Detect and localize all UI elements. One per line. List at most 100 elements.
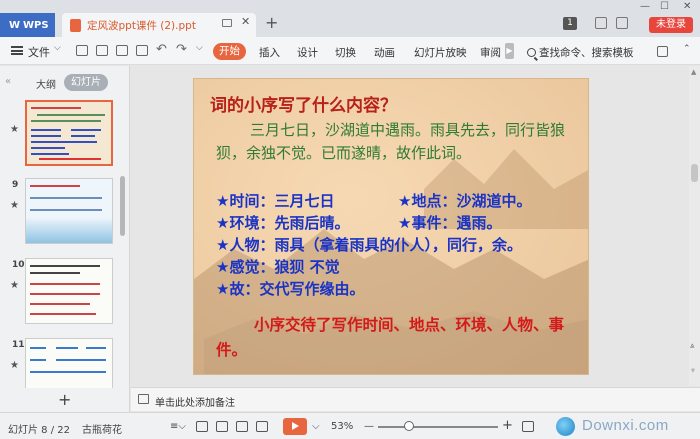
redo-icon[interactable]: ↷ — [176, 42, 187, 57]
thumb-text-line — [30, 283, 100, 285]
more-options-icon[interactable]: ⌃ — [683, 44, 691, 54]
slide-scrollbar[interactable]: ▲ ⩓ ⩔ — [689, 66, 700, 386]
tab-outline[interactable]: 大纲 — [36, 76, 56, 91]
slide-thumbnail-9[interactable] — [25, 178, 113, 244]
slide-conclusion: 小序交待了写作时间、地点、环境、人物、事件。 — [216, 316, 565, 359]
wps-tab-label: WPS — [23, 19, 49, 31]
tab-animation[interactable]: 动画 — [374, 45, 395, 60]
thumb-diagram-line — [86, 347, 106, 349]
more-tabs-icon[interactable]: ▶ — [505, 43, 514, 59]
badge-icon[interactable]: 1 — [563, 17, 577, 30]
close-window-icon[interactable]: ✕ — [683, 1, 691, 12]
chevron-down-icon[interactable]: ⌵ — [54, 43, 61, 53]
zoom-level[interactable]: 53% — [331, 421, 353, 432]
close-tab-icon[interactable]: ✕ — [241, 15, 250, 28]
thumb-text-line — [30, 313, 96, 315]
minimize-icon[interactable]: — — [640, 1, 650, 12]
maximize-icon[interactable]: ☐ — [660, 1, 669, 12]
skin-icon[interactable] — [595, 17, 607, 29]
thumb-bullet-line — [31, 147, 65, 149]
add-slide-icon[interactable]: + — [58, 390, 71, 409]
animation-star-icon: ★ — [10, 124, 19, 135]
zoom-slider[interactable] — [378, 426, 498, 428]
collapse-panel-icon[interactable]: « — [5, 76, 11, 87]
slide-sorter-icon[interactable] — [216, 421, 228, 432]
search-icon — [527, 48, 536, 57]
notes-toggle-icon[interactable]: ≡⌵ — [170, 421, 186, 432]
theme-name[interactable]: 古瓶荷花 — [82, 421, 122, 436]
export-pdf-icon[interactable] — [96, 45, 108, 56]
bullet-feeling: ★感觉：狼狈 不觉 — [216, 258, 340, 276]
slide-thumbnail-11[interactable] — [25, 338, 113, 388]
menu-bar: 文件 ⌵ ↶ ↷ ⌵ 开始 插入 设计 切换 动画 幻灯片放映 审阅 ▶ 查找命… — [0, 37, 700, 65]
next-slide-icon[interactable]: ⩔ — [691, 366, 695, 375]
thumb-title-line — [31, 107, 81, 109]
thumb-diagram-line — [30, 371, 106, 373]
new-tab-icon[interactable]: + — [265, 13, 278, 32]
zoom-slider-handle[interactable] — [404, 421, 414, 431]
slide-thumbnail-8[interactable] — [25, 100, 113, 166]
document-tab-title: 定风波ppt课件 (2).ppt — [87, 19, 196, 32]
prev-slide-icon[interactable]: ⩓ — [690, 341, 695, 351]
slide-preface-text: 三月七日，沙湖道中遇雨。雨具先去，同行皆狼狈，余独不觉。已而遂晴，故作此词。 — [216, 121, 566, 162]
slide-thumbnail-10[interactable] — [25, 258, 113, 324]
command-search-label: 查找命令、搜索模板 — [539, 47, 634, 59]
thumbnail-number: 10 — [12, 260, 25, 270]
tab-transition[interactable]: 切换 — [335, 45, 356, 60]
slide-panel: « 大纲 幻灯片 ★ 9 ★ 10 ★ 11 ★ + — [0, 66, 130, 412]
zoom-out-icon[interactable]: — — [364, 421, 374, 432]
thumb-text-line — [30, 303, 90, 305]
thumbnail-list: ★ 9 ★ 10 ★ 11 ★ — [0, 98, 121, 388]
tab-slideshow[interactable]: 幻灯片放映 — [414, 45, 467, 60]
undo-icon[interactable]: ↶ — [156, 42, 167, 57]
thumbnail-scrollbar[interactable] — [120, 176, 125, 236]
bullet-environment: ★环境：先雨后晴。 — [216, 214, 350, 232]
tab-slides[interactable]: 幻灯片 — [64, 74, 108, 91]
command-search[interactable]: 查找命令、搜索模板 — [527, 45, 634, 60]
thumbnail-number: 11 — [12, 340, 25, 350]
print-preview-icon[interactable] — [136, 45, 148, 56]
thumb-bullet-line — [31, 153, 69, 155]
fit-window-icon[interactable] — [522, 421, 534, 432]
thumb-title-line — [30, 185, 80, 187]
hamburger-icon[interactable] — [11, 46, 23, 55]
chevron-down-icon[interactable]: ⌵ — [312, 421, 320, 432]
presenter-view-icon[interactable] — [256, 421, 268, 432]
thumb-text-line — [30, 272, 80, 274]
current-slide[interactable]: 词的小序写了什么内容？ 三月七日，沙湖道中遇雨。雨具先去，同行皆狼狈，余独不觉。… — [193, 78, 589, 375]
normal-view-icon[interactable] — [196, 421, 208, 432]
sync-icon[interactable] — [657, 46, 668, 57]
print-icon[interactable] — [116, 45, 128, 56]
bullet-time: ★时间：三月七日 — [216, 192, 335, 210]
slide-counter: 幻灯片 8 / 22 — [8, 425, 70, 436]
thumb-diagram-line — [30, 347, 46, 349]
tab-design[interactable]: 设计 — [297, 45, 318, 60]
play-slideshow-button[interactable] — [283, 418, 307, 435]
watermark: Downxi.com — [556, 415, 696, 437]
login-button[interactable]: 未登录 — [649, 17, 693, 33]
thumb-bullet-line — [71, 135, 95, 137]
zoom-in-icon[interactable]: + — [502, 418, 513, 433]
notes-pane[interactable]: 单击此处添加备注 — [131, 387, 700, 411]
animation-star-icon: ★ — [10, 280, 19, 291]
thumb-diagram-line — [56, 359, 106, 361]
reading-view-icon[interactable] — [236, 421, 248, 432]
menu-file[interactable]: 文件 — [28, 44, 50, 60]
scroll-up-icon[interactable]: ▲ — [691, 68, 696, 76]
thumb-diagram-line — [56, 347, 78, 349]
thumb-bullet-line — [31, 129, 61, 131]
tab-review[interactable]: 审阅 — [480, 45, 501, 60]
save-icon[interactable] — [76, 45, 88, 56]
quick-access-dropdown-icon[interactable]: ⌵ — [196, 43, 203, 53]
thumb-bullet-line — [31, 141, 97, 143]
wps-home-tab[interactable]: W WPS — [0, 13, 55, 37]
thumb-text-line — [30, 209, 102, 211]
thumbnail-number: 9 — [12, 180, 19, 190]
thumb-diagram-line — [30, 359, 46, 361]
scrollbar-thumb[interactable] — [691, 164, 698, 182]
share-icon[interactable] — [616, 17, 628, 29]
wps-logo-icon: W — [9, 19, 20, 31]
tab-insert[interactable]: 插入 — [259, 45, 280, 60]
screen-icon[interactable] — [222, 19, 232, 27]
tab-start[interactable]: 开始 — [213, 43, 246, 60]
